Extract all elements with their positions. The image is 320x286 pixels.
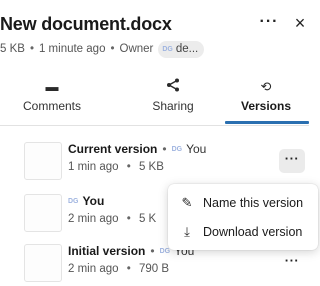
- divider: [0, 125, 309, 126]
- file-size: 5 KB: [0, 43, 25, 55]
- version-title-line: DG You: [68, 194, 104, 208]
- version-details: 1 min ago • 5 KB: [68, 161, 164, 173]
- close-button[interactable]: ×: [290, 12, 310, 34]
- file-meta: 5 KB • 1 minute ago • Owner DG de...: [0, 40, 205, 58]
- avatar: DG: [162, 45, 173, 53]
- meta-separator: •: [29, 43, 34, 55]
- pencil-icon: ✎: [181, 195, 193, 210]
- menu-item-name-version[interactable]: ✎ Name this version: [168, 189, 318, 217]
- download-icon: ⤓: [184, 224, 190, 239]
- file-header: New document.docx ··· × 5 KB • 1 minute …: [0, 0, 309, 72]
- comment-icon: ▬: [45, 79, 59, 94]
- version-title: Initial version: [68, 244, 146, 258]
- tab-sharing[interactable]: Sharing: [133, 78, 213, 124]
- version-size: 790 B: [138, 263, 170, 275]
- tab-comments[interactable]: ▬ Comments: [14, 78, 90, 124]
- version-author: You: [82, 194, 105, 208]
- version-time: 2 min ago: [68, 213, 119, 225]
- separator: •: [162, 142, 167, 156]
- separator: •: [126, 213, 131, 225]
- owner-name: de...: [175, 43, 199, 55]
- history-icon: ⟲: [260, 79, 272, 94]
- owner-label: Owner: [119, 43, 154, 55]
- version-context-menu: ✎ Name this version ⤓ Download version: [168, 184, 318, 250]
- owner-chip[interactable]: DG de...: [158, 40, 205, 58]
- active-tab-indicator: [225, 121, 309, 124]
- document-title: New document.docx: [0, 14, 172, 34]
- separator: •: [150, 244, 155, 258]
- version-more-button[interactable]: ···: [279, 149, 305, 173]
- tab-bar: ▬ Comments Sharing ⟲ Versions: [0, 78, 309, 124]
- version-time: 2 min ago: [68, 263, 119, 275]
- version-thumbnail: [24, 142, 62, 180]
- version-more-button[interactable]: ···: [279, 251, 305, 275]
- avatar: DG: [68, 197, 79, 205]
- tab-versions[interactable]: ⟲ Versions: [228, 78, 304, 124]
- tab-label: Comments: [22, 99, 81, 113]
- version-author: You: [186, 142, 207, 156]
- menu-item-download-version[interactable]: ⤓ Download version: [168, 218, 318, 246]
- version-title: Current version: [68, 142, 158, 156]
- separator: •: [126, 263, 131, 275]
- modified-time: 1 minute ago: [38, 43, 106, 55]
- version-details: 2 min ago • 5 K: [68, 213, 156, 225]
- avatar: DG: [159, 247, 171, 255]
- tab-label: Sharing: [152, 99, 194, 113]
- version-size: 5 K: [138, 213, 157, 225]
- menu-item-label: Download version: [203, 225, 303, 239]
- version-thumbnail: [24, 244, 62, 282]
- version-details: 2 min ago • 790 B: [68, 263, 169, 275]
- version-row[interactable]: Current version • DG You 1 min ago • 5 K…: [0, 140, 309, 184]
- separator: •: [126, 161, 131, 173]
- version-size: 5 KB: [138, 161, 164, 173]
- version-thumbnail: [24, 194, 62, 232]
- menu-item-label: Name this version: [203, 196, 304, 210]
- tab-label: Versions: [240, 99, 292, 113]
- version-time: 1 min ago: [68, 161, 119, 173]
- version-title-line: Current version • DG You: [68, 142, 206, 156]
- avatar: DG: [171, 145, 183, 153]
- meta-separator: •: [110, 43, 115, 55]
- share-icon: [133, 78, 213, 96]
- more-options-button[interactable]: ···: [257, 13, 281, 33]
